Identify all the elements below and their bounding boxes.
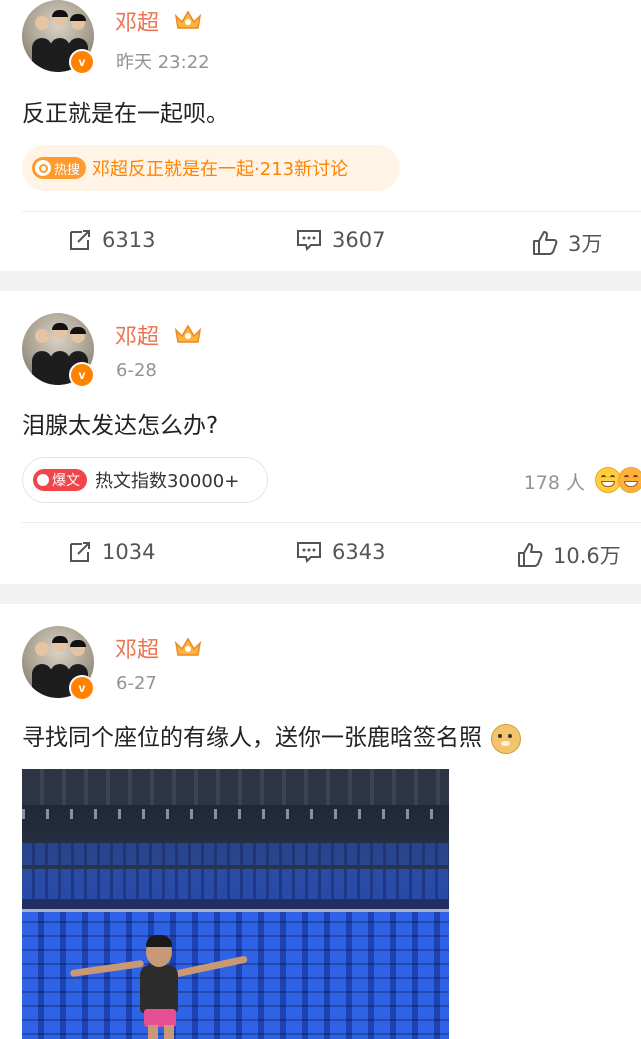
- hot-article-index: 热文指数30000+: [95, 471, 240, 492]
- repost-icon: [70, 230, 90, 250]
- like-count: 10.6万: [553, 544, 621, 568]
- thumbs-up-icon: [518, 543, 543, 567]
- comment-icon: [297, 230, 321, 251]
- comment-count: 3607: [332, 228, 386, 252]
- thumbs-up-icon: [533, 231, 558, 255]
- repost-count: 1034: [102, 540, 156, 564]
- reaction-people-count[interactable]: 178 人: [524, 468, 585, 495]
- weibo-post-1[interactable]: v 邓超 昨天 23:22 反正就是在一起呗。 热搜 邓超反正就是在一起·213…: [0, 0, 641, 271]
- verified-badge-icon: v: [69, 675, 95, 701]
- repost-icon: [70, 542, 90, 562]
- post-text: 反正就是在一起呗。: [22, 101, 229, 127]
- verified-badge-icon: v: [69, 362, 95, 388]
- search-icon: [35, 160, 51, 176]
- feed-separator: [0, 271, 641, 291]
- comment-button[interactable]: 6343: [296, 540, 385, 564]
- verified-badge-icon: v: [69, 49, 95, 75]
- username[interactable]: 邓超: [115, 5, 159, 37]
- feed-separator: [0, 584, 641, 604]
- repost-button[interactable]: 6313: [68, 228, 155, 252]
- vip-crown-icon: [174, 637, 202, 656]
- username[interactable]: 邓超: [115, 319, 159, 351]
- post-text: 泪腺太发达怎么办?: [22, 413, 219, 439]
- vip-crown-icon: [174, 10, 202, 29]
- hot-search-tag[interactable]: 热搜 邓超反正就是在一起·213新讨论: [22, 145, 400, 191]
- post-time: 6-27: [116, 673, 157, 694]
- like-button[interactable]: 10.6万: [517, 540, 621, 570]
- comment-icon: [297, 542, 321, 563]
- divider: [22, 522, 641, 523]
- like-count: 3万: [568, 232, 603, 256]
- vip-crown-icon: [174, 324, 202, 343]
- comment-count: 6343: [332, 540, 386, 564]
- like-button[interactable]: 3万: [532, 228, 602, 258]
- hot-article-tag[interactable]: 爆文 热文指数30000+: [22, 457, 268, 503]
- post-time: 昨天 23:22: [116, 52, 210, 73]
- repost-button[interactable]: 1034: [68, 540, 155, 564]
- divider: [22, 211, 641, 212]
- post-time: 6-28: [116, 360, 157, 381]
- weibo-post-3[interactable]: v 邓超 6-27 寻找同个座位的有缘人，送你一张鹿晗签名照: [0, 604, 641, 1039]
- laugh-tears-emoji-icon: [618, 467, 641, 493]
- repost-count: 6313: [102, 228, 156, 252]
- hot-search-text: 邓超反正就是在一起·213新讨论: [92, 159, 349, 180]
- stadium-blue-seats-photo[interactable]: [22, 769, 449, 1039]
- username[interactable]: 邓超: [115, 632, 159, 664]
- hot-article-badge: 爆文: [33, 469, 87, 491]
- comment-button[interactable]: 3607: [296, 228, 385, 252]
- hot-search-badge: 热搜: [32, 157, 87, 179]
- flame-icon: [37, 474, 49, 486]
- doge-emoji-icon: [491, 723, 522, 754]
- post-text: 寻找同个座位的有缘人，送你一张鹿晗签名照: [22, 718, 522, 754]
- weibo-post-2[interactable]: v 邓超 6-28 泪腺太发达怎么办? 爆文 热文指数30000+ 178 人 …: [0, 291, 641, 584]
